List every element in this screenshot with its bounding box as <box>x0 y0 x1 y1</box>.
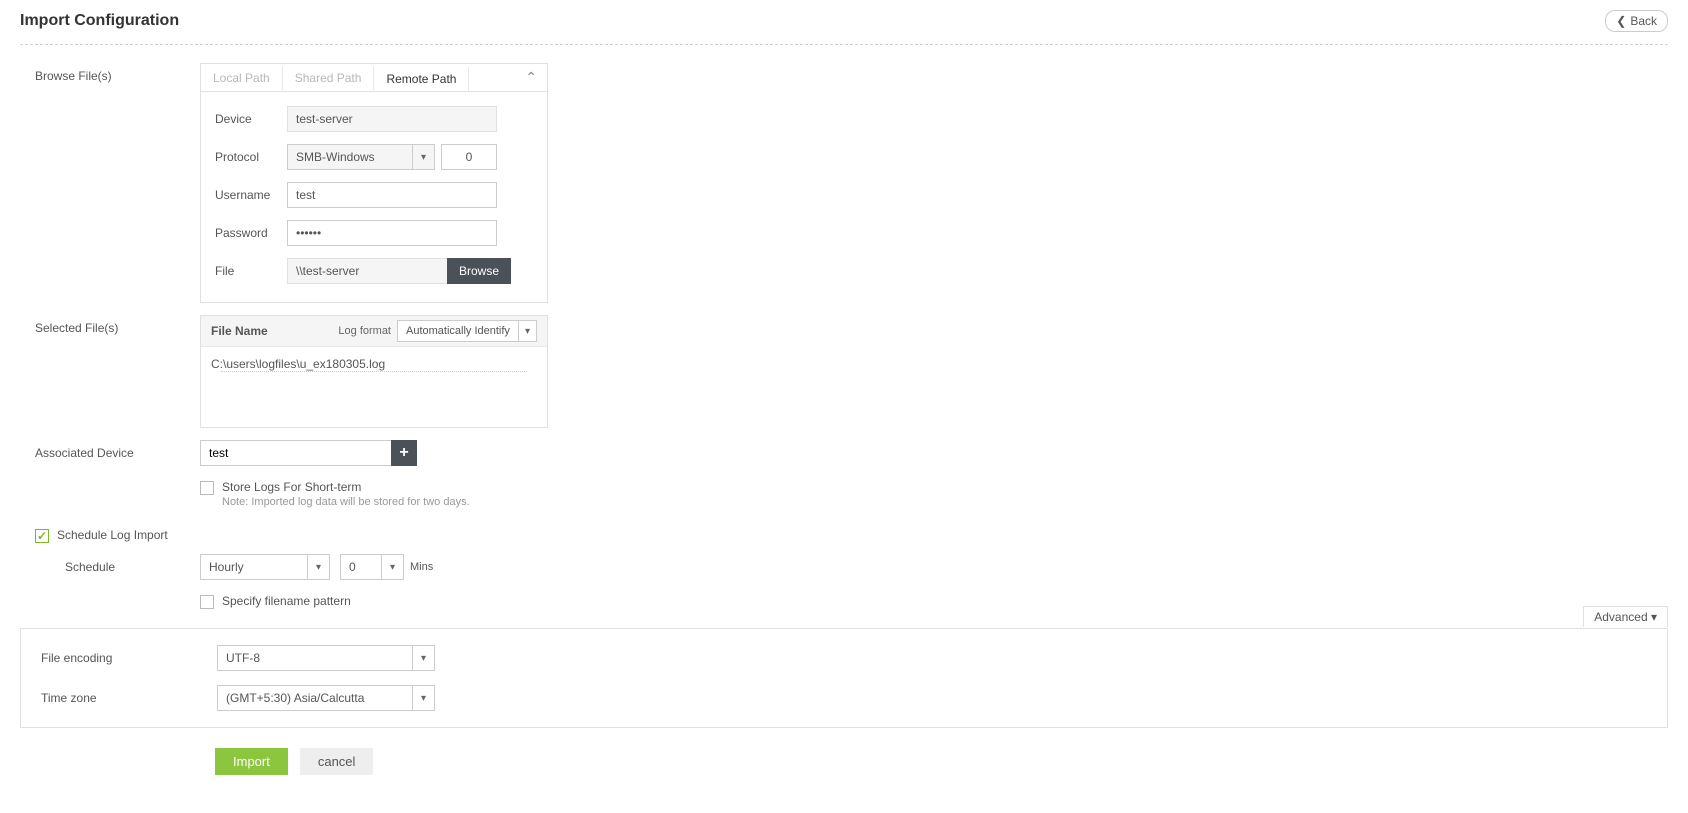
timezone-label: Time zone <box>37 685 217 705</box>
browse-tab-panel: Local Path Shared Path Remote Path ⌃ Dev… <box>200 63 548 303</box>
protocol-port-input[interactable] <box>441 144 497 170</box>
username-input[interactable] <box>287 182 497 208</box>
timezone-value: (GMT+5:30) Asia/Calcutta <box>218 691 412 705</box>
tab-remote-path[interactable]: Remote Path <box>374 67 469 91</box>
chevron-left-icon: ❮ <box>1616 14 1626 28</box>
schedule-frequency-select[interactable]: Hourly ▾ <box>200 554 330 580</box>
file-encoding-value: UTF-8 <box>218 651 412 665</box>
file-label: File <box>215 264 287 278</box>
username-label: Username <box>215 188 287 202</box>
schedule-import-label: Schedule Log Import <box>57 528 168 542</box>
selected-files-box: File Name Log format Automatically Ident… <box>200 315 548 428</box>
chevron-down-icon: ▾ <box>307 555 329 579</box>
cancel-button[interactable]: cancel <box>300 748 374 775</box>
password-label: Password <box>215 226 287 240</box>
browse-files-label: Browse File(s) <box>20 63 200 83</box>
advanced-toggle[interactable]: Advanced ▾ <box>1583 606 1668 627</box>
log-format-value: Automatically Identify <box>398 325 518 337</box>
device-input[interactable] <box>287 106 497 132</box>
back-label: Back <box>1630 14 1657 28</box>
selected-files-label: Selected File(s) <box>20 315 200 335</box>
chevron-down-icon: ▾ <box>412 686 434 710</box>
mins-unit-label: Mins <box>410 561 433 573</box>
chevron-down-icon: ▾ <box>412 646 434 670</box>
back-button[interactable]: ❮ Back <box>1605 10 1668 32</box>
protocol-label: Protocol <box>215 150 287 164</box>
advanced-toggle-label: Advanced <box>1594 610 1647 624</box>
file-encoding-label: File encoding <box>37 645 217 665</box>
tab-local-path[interactable]: Local Path <box>201 66 283 90</box>
tab-shared-path[interactable]: Shared Path <box>283 66 375 90</box>
schedule-label: Schedule <box>20 554 200 574</box>
import-button[interactable]: Import <box>215 748 288 775</box>
schedule-import-checkbox[interactable] <box>35 529 49 543</box>
timezone-select[interactable]: (GMT+5:30) Asia/Calcutta ▾ <box>217 685 435 711</box>
chevron-down-icon: ▾ <box>381 555 403 579</box>
browse-button[interactable]: Browse <box>447 258 511 284</box>
password-input[interactable] <box>287 220 497 246</box>
schedule-mins-value: 0 <box>341 560 381 574</box>
store-short-term-note: Note: Imported log data will be stored f… <box>222 496 470 508</box>
protocol-select[interactable]: SMB-Windows ▾ <box>287 144 435 170</box>
caret-down-icon: ▾ <box>1651 610 1657 624</box>
associated-device-label: Associated Device <box>20 440 200 460</box>
store-short-term-checkbox[interactable] <box>200 481 214 495</box>
schedule-mins-select[interactable]: 0 ▾ <box>340 554 404 580</box>
store-short-term-label: Store Logs For Short-term <box>222 480 470 494</box>
file-path-input[interactable] <box>287 258 447 284</box>
page-title: Import Configuration <box>20 12 179 30</box>
associated-device-input[interactable] <box>200 440 395 466</box>
device-label: Device <box>215 112 287 126</box>
log-format-select[interactable]: Automatically Identify ▾ <box>397 320 537 342</box>
collapse-panel-icon[interactable]: ⌃ <box>515 69 547 86</box>
selected-file-item: C:\users\logfiles\u_ex180305.log <box>211 357 537 371</box>
file-name-header: File Name <box>211 324 338 338</box>
log-format-label: Log format <box>338 325 391 337</box>
specify-pattern-checkbox[interactable] <box>200 595 214 609</box>
file-encoding-select[interactable]: UTF-8 ▾ <box>217 645 435 671</box>
add-device-button[interactable]: + <box>391 440 417 466</box>
chevron-down-icon: ▾ <box>518 321 536 341</box>
schedule-frequency-value: Hourly <box>201 560 307 574</box>
specify-pattern-label: Specify filename pattern <box>222 594 351 608</box>
chevron-down-icon: ▾ <box>412 145 434 169</box>
protocol-value: SMB-Windows <box>288 150 412 164</box>
